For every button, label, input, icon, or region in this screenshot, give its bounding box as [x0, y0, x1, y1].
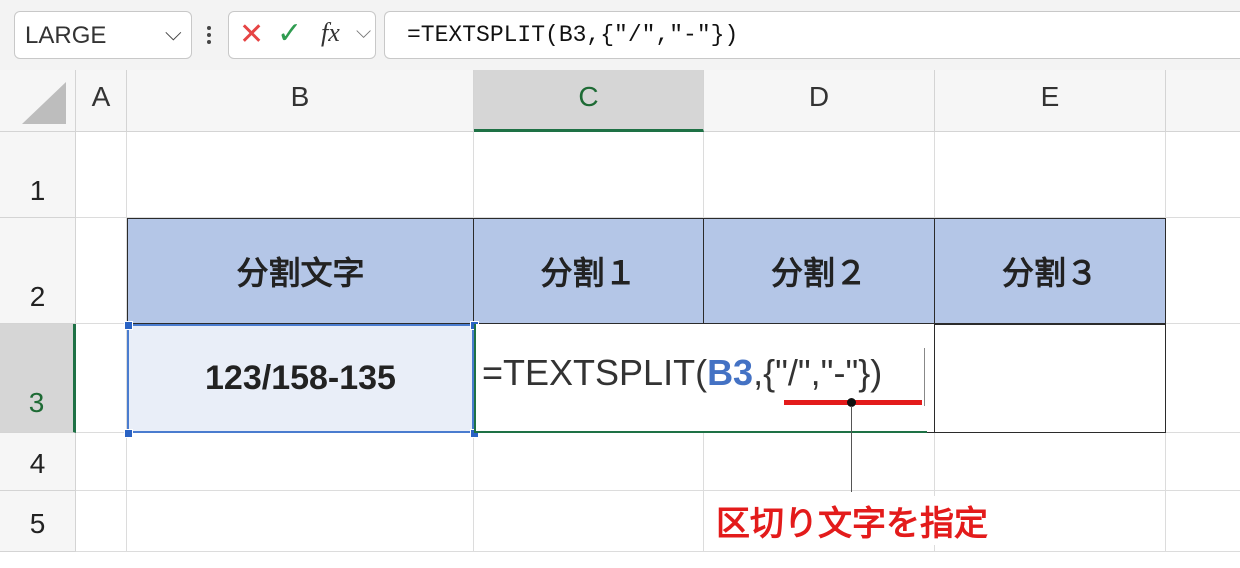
column-header-f[interactable] [1166, 70, 1240, 132]
callout-line [851, 406, 852, 492]
enter-icon[interactable]: ✓ [277, 16, 302, 51]
name-box[interactable]: LARGE ⌵ [14, 11, 192, 59]
formula-buttons: ✕ ✓ fx ⌵ [228, 11, 376, 59]
formula-reference-b3: B3 [707, 352, 754, 393]
more-options-icon[interactable] [203, 18, 215, 52]
range-handle[interactable] [124, 429, 133, 438]
column-header-d[interactable]: D [704, 70, 935, 132]
name-box-value: LARGE [25, 22, 107, 49]
cell-b3-value: 123/158-135 [205, 359, 396, 397]
column-header-b[interactable]: B [127, 70, 474, 132]
gridline [76, 490, 1240, 491]
row-header-1[interactable]: 1 [0, 132, 76, 218]
insert-function-icon[interactable]: fx [321, 18, 340, 48]
chevron-down-icon[interactable]: ⌵ [165, 20, 182, 46]
formula-prefix: =TEXTSPLIT( [482, 352, 708, 393]
row-header-4[interactable]: 4 [0, 433, 76, 491]
formula-suffix: ,{"/","-"}) [753, 352, 883, 393]
row-header-2[interactable]: 2 [0, 218, 76, 324]
header-cell-split-1[interactable]: 分割１ [474, 218, 704, 324]
column-header-a[interactable]: A [76, 70, 127, 132]
select-all-corner[interactable] [0, 70, 76, 132]
annotation-label: 区切り文字を指定 [712, 496, 992, 545]
text-cursor [924, 348, 925, 406]
formula-bar: LARGE ⌵ ✕ ✓ fx ⌵ =TEXTSPLIT(B3,{"/","-"}… [0, 0, 1240, 70]
header-cell-split-2[interactable]: 分割２ [704, 218, 935, 324]
cell-b3[interactable]: 123/158-135 [127, 324, 474, 433]
range-handle[interactable] [124, 321, 133, 330]
formula-text: =TEXTSPLIT(B3,{"/","-"}) [407, 22, 739, 48]
row-header-5[interactable]: 5 [0, 491, 76, 552]
chevron-down-icon[interactable]: ⌵ [356, 21, 371, 44]
cancel-icon[interactable]: ✕ [239, 17, 264, 52]
cell-e3[interactable] [935, 324, 1166, 433]
formula-input[interactable]: =TEXTSPLIT(B3,{"/","-"}) [384, 11, 1240, 59]
header-cell-split-3[interactable]: 分割３ [935, 218, 1166, 324]
gridline [76, 551, 1240, 552]
column-header-e[interactable]: E [935, 70, 1166, 132]
in-cell-formula[interactable]: =TEXTSPLIT(B3,{"/","-"}) [482, 352, 882, 394]
header-cell-split-char[interactable]: 分割文字 [127, 218, 474, 324]
row-header-3[interactable]: 3 [0, 324, 76, 433]
column-header-c[interactable]: C [474, 70, 704, 132]
